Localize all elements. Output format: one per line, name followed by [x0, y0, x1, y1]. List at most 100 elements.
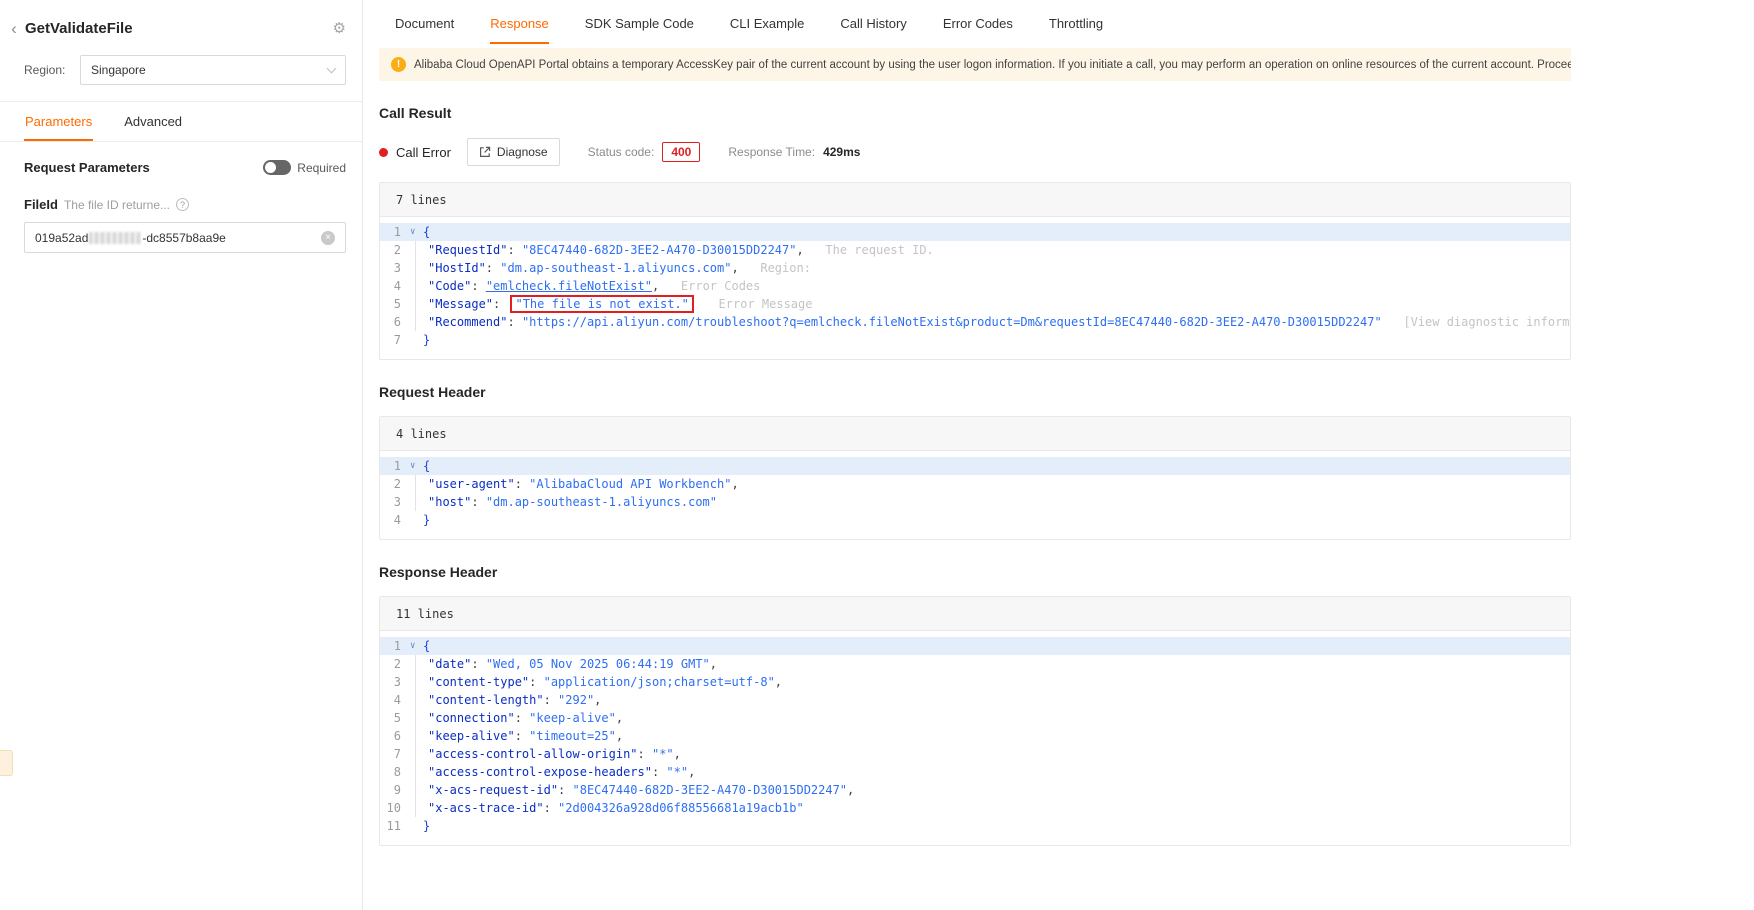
- line-number: 3: [393, 675, 401, 689]
- code-line: 3 "host": "dm.ap-southeast-1.aliyuncs.com…: [380, 493, 1570, 511]
- inline-annotation: The request ID.: [803, 243, 934, 257]
- redacted-segment: [89, 231, 142, 244]
- input-value-prefix: 019a52ad: [35, 230, 89, 245]
- close-brace: }: [423, 819, 431, 833]
- json-value: "https://api.aliyun.com/troubleshoot?q=e…: [521, 315, 1382, 329]
- indent-guide: [415, 709, 416, 727]
- close-brace: }: [423, 333, 431, 347]
- open-brace: {: [423, 459, 431, 473]
- code-body: 1 ∨{2 "date": "Wed, 05 Nov 2025 06:44:19 G…: [380, 631, 1570, 845]
- line-number: 3: [393, 261, 401, 275]
- tab-sdk-sample-code[interactable]: SDK Sample Code: [585, 0, 694, 46]
- call-result-title: Call Result: [379, 105, 452, 121]
- indent-guide: [415, 673, 416, 691]
- error-message-highlight: "The file is not exist.": [510, 295, 694, 313]
- tab-error-codes[interactable]: Error Codes: [943, 0, 1013, 46]
- request-parameters-title: Request Parameters: [24, 160, 150, 175]
- indent-guide: [415, 475, 416, 493]
- json-key: "x-acs-trace-id": [428, 801, 544, 815]
- code-line: 2 "date": "Wed, 05 Nov 2025 06:44:19 GMT"…: [380, 655, 1570, 673]
- tab-advanced[interactable]: Advanced: [123, 102, 183, 141]
- json-key: "content-type": [428, 675, 530, 689]
- json-key: "Code": [428, 279, 472, 293]
- json-key: "user-agent": [428, 477, 515, 491]
- indent-guide: [415, 241, 416, 259]
- code-block-header: 4 lines: [380, 417, 1570, 451]
- external-link-icon: [479, 146, 491, 157]
- inline-annotation: Error Codes: [659, 279, 761, 293]
- settings-icon[interactable]: ⚙: [333, 21, 346, 36]
- warning-text: Alibaba Cloud OpenAPI Portal obtains a t…: [414, 58, 1571, 71]
- line-number: 5: [393, 711, 401, 725]
- page: ‹ GetValidateFile ⚙ Region: Singapore Pa…: [0, 0, 1754, 910]
- line-number: 2: [393, 657, 401, 671]
- json-key: "x-acs-request-id": [428, 783, 559, 797]
- json-value: "*": [666, 765, 689, 779]
- inline-annotation: Region:: [738, 261, 811, 275]
- request-header-title: Request Header: [379, 384, 486, 400]
- open-brace: {: [423, 225, 431, 239]
- code-body: 1 ∨{2 "user-agent": "AlibabaCloud API Work…: [380, 451, 1570, 539]
- sidebar: ‹ GetValidateFile ⚙ Region: Singapore Pa…: [0, 0, 363, 910]
- diagnose-button[interactable]: Diagnose: [466, 138, 560, 166]
- required-toggle-group: Required: [263, 160, 346, 175]
- field-hint: The file ID returne...: [63, 197, 170, 212]
- json-key: "Recommend": [428, 315, 508, 329]
- json-value: "8EC47440-682D-3EE2-A470-D30015DD2247": [572, 783, 848, 797]
- line-number: 4: [393, 693, 401, 707]
- indent-guide: [415, 781, 416, 799]
- code-line: 1 ∨{: [380, 223, 1570, 241]
- collapse-icon[interactable]: ∨: [410, 223, 423, 241]
- json-value: "2d004326a928d06f88556681a19acb1b": [558, 801, 804, 815]
- feedback-handle[interactable]: [0, 750, 13, 776]
- json-key: "Message": [428, 297, 494, 311]
- line-number: 10: [386, 801, 401, 815]
- tab-call-history[interactable]: Call History: [840, 0, 906, 46]
- tab-throttling[interactable]: Throttling: [1049, 0, 1103, 46]
- clear-input-icon[interactable]: ×: [321, 230, 335, 245]
- error-code-link[interactable]: "emlcheck.fileNotExist": [486, 277, 652, 295]
- help-icon[interactable]: ?: [176, 198, 189, 211]
- json-value: "Wed, 05 Nov 2025 06:44:19 GMT": [485, 657, 710, 671]
- collapse-icon[interactable]: ∨: [410, 637, 423, 655]
- code-line: 11}: [380, 817, 1570, 835]
- line-count-label: 7 lines: [396, 192, 447, 207]
- response-header-title: Response Header: [379, 564, 498, 580]
- code-line: 7 "access-control-allow-origin": "*",: [380, 745, 1570, 763]
- json-key: "connection": [428, 711, 515, 725]
- json-value: "keep-alive": [529, 711, 616, 725]
- line-number: 3: [393, 495, 401, 509]
- collapse-panel-icon[interactable]: ‹: [4, 20, 24, 37]
- json-value: "dm.ap-southeast-1.aliyuncs.com": [500, 261, 732, 275]
- region-label: Region:: [24, 63, 66, 77]
- call-result-summary: Call Error Diagnose Status code: 400 Res…: [379, 138, 1571, 166]
- collapse-icon[interactable]: ∨: [410, 457, 423, 475]
- line-number: 5: [393, 297, 401, 311]
- api-title: GetValidateFile: [25, 20, 133, 37]
- tab-response[interactable]: Response: [490, 0, 549, 46]
- main-panel: Document Response SDK Sample Code CLI Ex…: [363, 0, 1754, 910]
- json-value: "timeout=25": [529, 729, 616, 743]
- main-tab-bar: Document Response SDK Sample Code CLI Ex…: [379, 0, 1571, 46]
- region-select[interactable]: Singapore: [80, 55, 346, 85]
- response-header-code-block: 11 lines 1 ∨{2 "date": "Wed, 05 Nov 2025 0…: [379, 596, 1571, 846]
- sidebar-tab-bar: Parameters Advanced: [0, 101, 362, 142]
- tab-parameters[interactable]: Parameters: [24, 102, 94, 141]
- required-toggle[interactable]: [263, 160, 292, 175]
- indent-guide: [415, 727, 416, 745]
- line-number: 1: [393, 225, 401, 239]
- line-number: 9: [393, 783, 401, 797]
- json-key: "date": [428, 657, 472, 671]
- call-result-code-block: 7 lines 1 ∨{2 "RequestId": "8EC47440-682D-…: [379, 182, 1571, 360]
- code-line: 5 "Message": "The file is not exist." Err…: [380, 295, 1570, 313]
- indent-guide: [415, 763, 416, 781]
- tab-cli-example[interactable]: CLI Example: [730, 0, 804, 46]
- indent-guide: [415, 313, 416, 331]
- tab-document[interactable]: Document: [395, 0, 454, 46]
- code-line: 2 "RequestId": "8EC47440-682D-3EE2-A470-D…: [380, 241, 1570, 259]
- fileid-input[interactable]: 019a52ad -dc8557b8aa9e ×: [24, 222, 346, 253]
- field-name: FileId: [24, 197, 58, 212]
- json-value: "292": [558, 693, 595, 707]
- indent-guide: [415, 799, 416, 817]
- code-line: 6 "Recommend": "https://api.aliyun.com/tr…: [380, 313, 1570, 331]
